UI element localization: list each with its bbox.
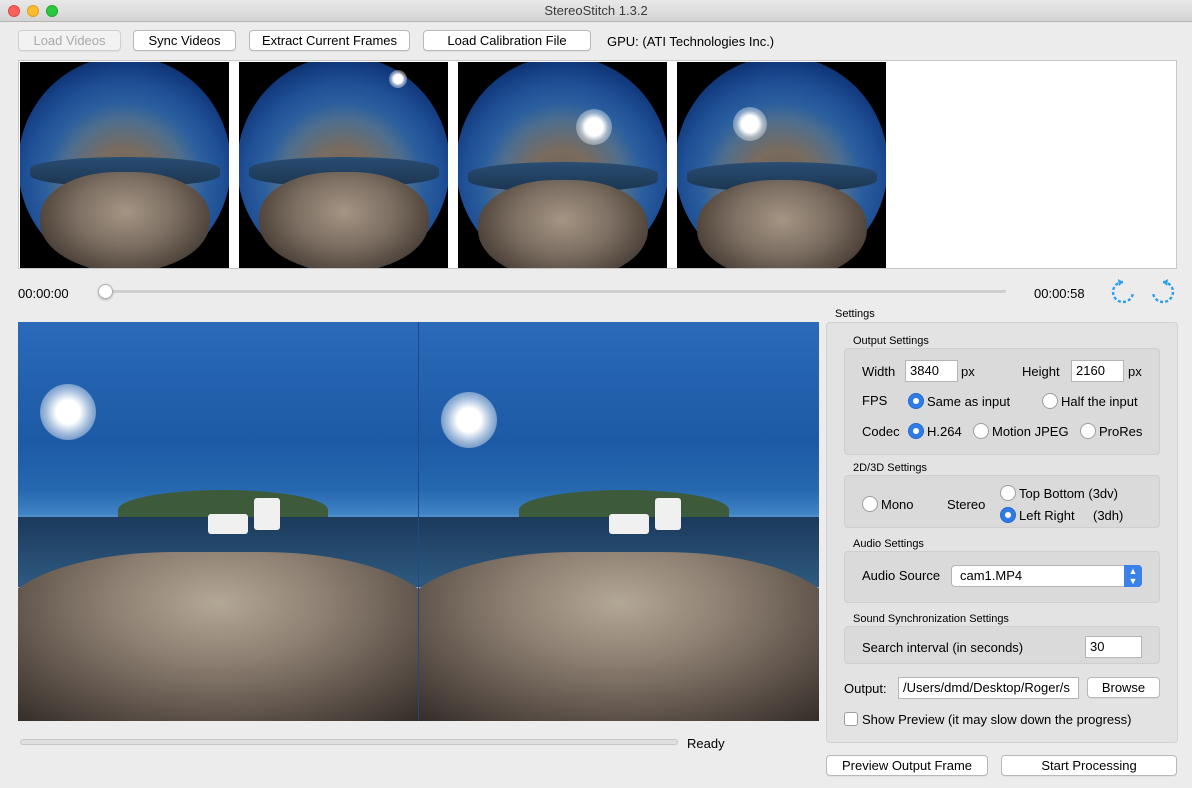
total-time: 00:00:58 (1034, 286, 1085, 301)
stereo-settings-title: 2D/3D Settings (853, 462, 927, 474)
mono-label: Mono (881, 497, 914, 512)
thumbnail-cam4 (677, 62, 886, 268)
rotate-left-icon[interactable] (1110, 279, 1136, 305)
show-preview-checkbox[interactable] (844, 712, 858, 726)
audio-source-label: Audio Source (862, 568, 941, 583)
minimize-window-button[interactable] (27, 5, 39, 17)
preview-left-eye (18, 322, 418, 721)
height-unit: px (1128, 364, 1142, 379)
zoom-window-button[interactable] (46, 5, 58, 17)
sound-sync-title: Sound Synchronization Settings (853, 613, 1009, 625)
left-right-label: Left Right (1019, 508, 1075, 523)
output-label: Output: (844, 681, 887, 696)
mono-radio[interactable] (862, 496, 878, 512)
thumbnail-cam1 (20, 62, 229, 268)
search-interval-label: Search interval (in seconds) (862, 640, 1024, 655)
title-bar: StereoStitch 1.3.2 (0, 0, 1192, 22)
load-calibration-button[interactable]: Load Calibration File (423, 30, 591, 51)
timeline-slider[interactable] (103, 290, 1006, 293)
codec-mjpeg-label: Motion JPEG (992, 424, 1069, 439)
timeline-slider-knob[interactable] (98, 284, 113, 299)
fps-half-radio[interactable] (1042, 393, 1058, 409)
codec-h264-label: H.264 (927, 424, 962, 439)
left-right-suffix: (3dh) (1093, 508, 1124, 523)
output-path-input[interactable]: /Users/dmd/Desktop/Roger/s (898, 677, 1079, 699)
camera-thumbnails (18, 60, 1177, 269)
audio-source-value: cam1.MP4 (960, 568, 1023, 583)
chevron-updown-icon: ▲ ▼ (1124, 565, 1142, 587)
preview-right-eye (419, 322, 819, 721)
stereo-label: Stereo (947, 497, 986, 512)
audio-settings-title: Audio Settings (853, 538, 924, 550)
window-title: StereoStitch 1.3.2 (544, 3, 648, 18)
rotate-right-icon[interactable] (1150, 279, 1176, 305)
current-time: 00:00:00 (18, 286, 69, 301)
top-bottom-radio[interactable] (1000, 485, 1016, 501)
width-label: Width (862, 364, 896, 379)
codec-mjpeg-radio[interactable] (973, 423, 989, 439)
thumbnail-cam2 (239, 62, 448, 268)
show-preview-label: Show Preview (it may slow down the progr… (862, 712, 1132, 727)
thumbnail-cam3 (458, 62, 667, 268)
fps-label: FPS (862, 393, 888, 408)
fps-same-label: Same as input (927, 394, 1011, 409)
load-videos-button[interactable]: Load Videos (18, 30, 121, 51)
status-text: Ready (687, 736, 725, 751)
gpu-label: GPU: (ATI Technologies Inc.) (607, 34, 775, 49)
height-input[interactable]: 2160 (1071, 360, 1124, 382)
codec-prores-radio[interactable] (1080, 423, 1096, 439)
close-window-button[interactable] (8, 5, 20, 17)
browse-button[interactable]: Browse (1087, 677, 1160, 698)
sync-videos-button[interactable]: Sync Videos (133, 30, 236, 51)
audio-source-select[interactable]: cam1.MP4 ▲ ▼ (951, 565, 1142, 587)
preview-output-frame-button[interactable]: Preview Output Frame (826, 755, 988, 776)
height-label: Height (1022, 364, 1060, 379)
output-settings-title: Output Settings (853, 335, 929, 347)
codec-prores-label: ProRes (1099, 424, 1143, 439)
start-processing-button[interactable]: Start Processing (1001, 755, 1177, 776)
width-input[interactable]: 3840 (905, 360, 958, 382)
codec-label: Codec (862, 424, 900, 439)
stitched-preview (18, 322, 819, 721)
codec-h264-radio[interactable] (908, 423, 924, 439)
extract-frames-button[interactable]: Extract Current Frames (249, 30, 410, 51)
search-interval-input[interactable]: 30 (1085, 636, 1142, 658)
width-unit: px (961, 364, 975, 379)
left-right-radio[interactable] (1000, 507, 1016, 523)
top-bottom-label: Top Bottom (3dv) (1019, 486, 1118, 501)
fps-same-radio[interactable] (908, 393, 924, 409)
settings-title: Settings (835, 308, 875, 320)
processing-progress-bar (20, 739, 678, 745)
fps-half-label: Half the input (1061, 394, 1138, 409)
